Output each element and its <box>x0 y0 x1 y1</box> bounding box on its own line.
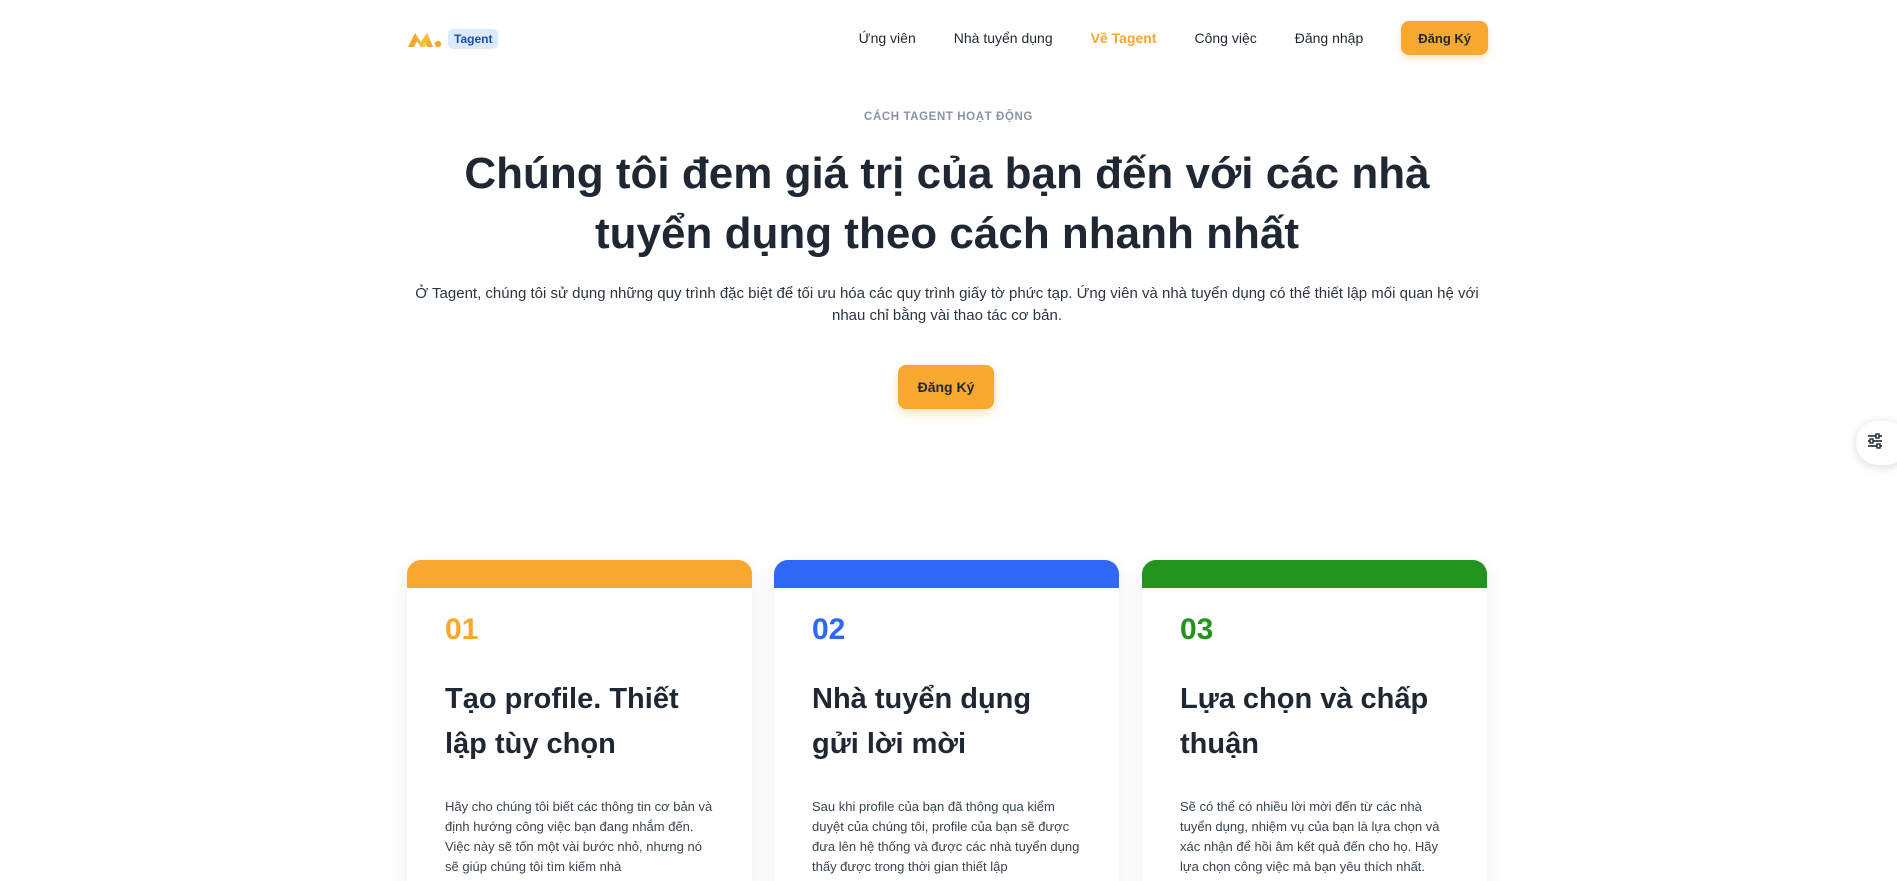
card-text: Sẽ có thể có nhiều lời mời đến từ các nh… <box>1180 799 1440 874</box>
card-number: 01 <box>445 613 479 646</box>
sliders-icon <box>1866 432 1884 455</box>
card-color-bar <box>1142 560 1487 588</box>
nav-link-dang-nhap[interactable]: Đăng nhập <box>1295 20 1364 56</box>
logo[interactable]: Tagent <box>406 28 499 50</box>
card-text: Hãy cho chúng tôi biết các thông tin cơ … <box>445 799 713 874</box>
hero-description: Ở Tagent, chúng tôi sử dụng những quy tr… <box>415 285 1479 324</box>
card-number: 03 <box>1180 613 1214 646</box>
nav-link-nha-tuyen-dung[interactable]: Nhà tuyển dụng <box>954 20 1053 56</box>
hero-register-button[interactable]: Đăng Ký <box>898 365 994 409</box>
card-color-bar <box>774 560 1119 588</box>
nav-links: Ứng viên Nhà tuyển dụng Về Tagent Công v… <box>821 20 1488 56</box>
card-text: Sau khi profile của bạn đã thông qua kiể… <box>812 799 1080 874</box>
card-number: 02 <box>812 613 846 646</box>
card-title: Nhà tuyển dụng gửi lời mời <box>812 683 1032 760</box>
nav-link-ve-tagent[interactable]: Về Tagent <box>1091 20 1157 56</box>
nav-link-cong-viec[interactable]: Công việc <box>1194 20 1256 56</box>
card-title: Lựa chọn và chấp thuận <box>1180 683 1429 760</box>
top-navbar: Tagent Ứng viên Nhà tuyển dụng Về Tagent… <box>406 20 1488 56</box>
settings-toggle-button[interactable] <box>1856 421 1897 465</box>
card-color-bar <box>407 560 752 588</box>
section-eyebrow: CÁCH TAGENT HOẠT ĐỘNG <box>864 111 1033 123</box>
step-card-3: 03 Lựa chọn và chấp thuận Sẽ có thể có n… <box>1142 560 1487 881</box>
step-card-1: 01 Tạo profile. Thiết lập tùy chọn Hãy c… <box>407 560 752 881</box>
nav-register-button[interactable]: Đăng Ký <box>1401 21 1488 55</box>
nav-link-ung-vien[interactable]: Ứng viên <box>859 20 916 56</box>
hero-title: Chúng tôi đem giá trị của bạn đến với cá… <box>464 149 1430 258</box>
card-title: Tạo profile. Thiết lập tùy chọn <box>445 683 679 760</box>
step-card-2: 02 Nhà tuyển dụng gửi lời mời Sau khi pr… <box>774 560 1119 881</box>
logo-badge: Tagent <box>448 29 499 49</box>
tagent-logo-icon <box>406 28 442 50</box>
